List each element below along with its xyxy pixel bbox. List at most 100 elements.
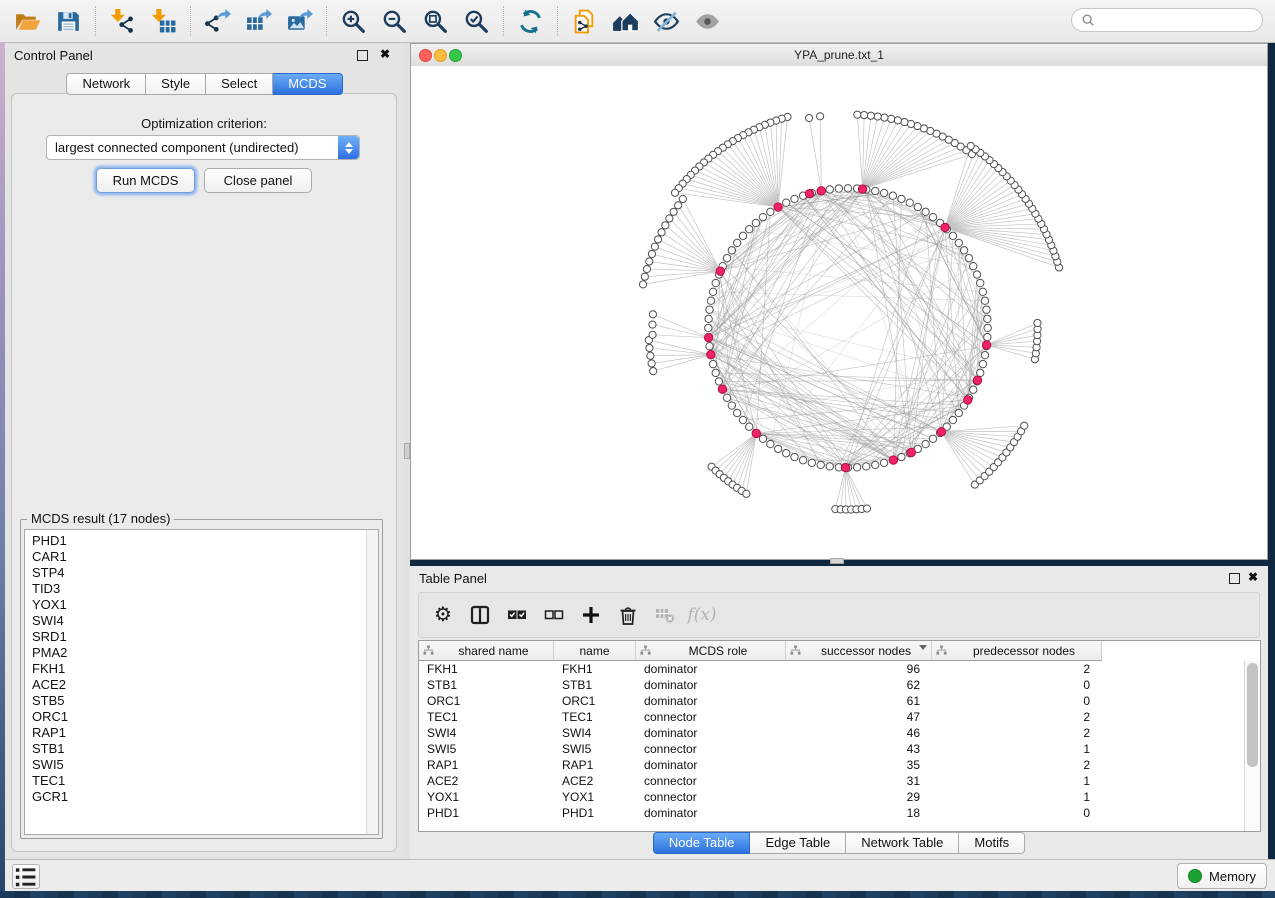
task-history-button[interactable] <box>12 864 40 889</box>
tab-edge-table[interactable]: Edge Table <box>750 832 846 854</box>
close-table-panel-icon[interactable]: ✖ <box>1248 570 1258 584</box>
column-header-shared-name[interactable]: shared name <box>419 641 554 661</box>
tab-style[interactable]: Style <box>146 73 206 95</box>
cell-name: PHD1 <box>554 805 636 821</box>
column-namespace-icon <box>423 645 434 656</box>
horizontal-splitter-handle[interactable] <box>830 558 844 564</box>
table-row[interactable]: TEC1TEC1connector472 <box>419 709 1245 725</box>
mcds-result-item[interactable]: ORC1 <box>32 709 366 725</box>
tab-node-table[interactable]: Node Table <box>653 832 751 854</box>
memory-button[interactable]: Memory <box>1177 863 1267 889</box>
cell-successor-nodes: 43 <box>786 741 932 757</box>
table-row[interactable]: ACE2ACE2connector311 <box>419 773 1245 789</box>
tab-network[interactable]: Network <box>66 73 146 95</box>
cell-predecessor-nodes: 2 <box>932 725 1102 741</box>
gear-icon[interactable]: ⚙ <box>430 602 456 628</box>
tab-motifs[interactable]: Motifs <box>959 832 1025 854</box>
mcds-result-item[interactable]: CAR1 <box>32 549 366 565</box>
toolbar-separator <box>95 6 96 36</box>
toolbar-zoom-in-button[interactable] <box>337 6 369 36</box>
table-row[interactable]: PHD1PHD1dominator180 <box>419 805 1245 821</box>
mcds-result-item[interactable]: PMA2 <box>32 645 366 661</box>
cell-predecessor-nodes: 2 <box>932 709 1102 725</box>
select-all-icon[interactable] <box>504 602 530 628</box>
mcds-result-item[interactable]: YOX1 <box>32 597 366 613</box>
mcds-result-item[interactable]: TID3 <box>32 581 366 597</box>
toolbar-export-table-button[interactable] <box>242 6 274 36</box>
close-panel-icon[interactable]: ✖ <box>380 47 390 61</box>
optimization-criterion-select[interactable]: largest connected component (undirected) <box>46 135 360 160</box>
toolbar-folder-open-button[interactable] <box>11 6 43 36</box>
cell-shared-name: PHD1 <box>419 805 554 821</box>
toolbar-zoom-out-button[interactable] <box>378 6 410 36</box>
table-row[interactable]: FKH1FKH1dominator962 <box>419 661 1245 677</box>
table-scrollbar[interactable] <box>1244 661 1260 831</box>
tab-select[interactable]: Select <box>206 73 273 95</box>
network-frame-titlebar[interactable]: YPA_prune.txt_1 <box>411 44 1267 67</box>
column-header-mcds-role[interactable]: MCDS role <box>636 641 786 661</box>
tab-network-table[interactable]: Network Table <box>846 832 959 854</box>
mcds-result-item[interactable]: STB5 <box>32 693 366 709</box>
table-scrollbar-thumb[interactable] <box>1247 663 1258 767</box>
plus-icon[interactable] <box>578 602 604 628</box>
mcds-result-item[interactable]: SWI5 <box>32 757 366 773</box>
cell-successor-nodes: 29 <box>786 789 932 805</box>
mcds-result-item[interactable]: PHD1 <box>32 533 366 549</box>
toolbar-duplicate-network-button[interactable] <box>568 6 600 36</box>
table-row[interactable]: ORC1ORC1dominator610 <box>419 693 1245 709</box>
column-namespace-icon <box>936 645 947 656</box>
cell-successor-nodes: 46 <box>786 725 932 741</box>
optimization-criterion-label: Optimization criterion: <box>12 116 396 131</box>
split-columns-icon[interactable] <box>467 602 493 628</box>
network-view-frame: YPA_prune.txt_1 <box>410 43 1268 560</box>
column-header-name[interactable]: name <box>554 641 636 661</box>
toolbar-import-network-button[interactable] <box>106 6 138 36</box>
mcds-result-item[interactable]: TEC1 <box>32 773 366 789</box>
toolbar-hide-eye-button[interactable] <box>650 6 682 36</box>
toolbar-export-network-button[interactable] <box>201 6 233 36</box>
float-table-panel-icon[interactable] <box>1229 573 1240 584</box>
mcds-list-scrollbar[interactable] <box>366 530 378 834</box>
cell-shared-name: SWI4 <box>419 725 554 741</box>
toolbar-zoom-selected-button[interactable] <box>460 6 492 36</box>
mcds-result-item[interactable]: STB1 <box>32 741 366 757</box>
mcds-result-item[interactable]: GCR1 <box>32 789 366 805</box>
float-panel-icon[interactable] <box>357 50 368 61</box>
mcds-result-item[interactable]: STP4 <box>32 565 366 581</box>
column-namespace-icon <box>790 645 801 656</box>
tab-mcds[interactable]: MCDS <box>273 73 342 95</box>
mcds-result-item[interactable]: RAP1 <box>32 725 366 741</box>
column-header-successor-nodes[interactable]: successor nodes <box>786 641 932 661</box>
search-input[interactable] <box>1099 12 1262 28</box>
table-panel-title: Table Panel <box>419 571 487 586</box>
toolbar-export-image-button[interactable] <box>283 6 315 36</box>
cell-mcds-role: connector <box>636 789 786 805</box>
mcds-result-item[interactable]: SRD1 <box>32 629 366 645</box>
floppy-save-icon <box>55 8 82 35</box>
search-box[interactable] <box>1071 8 1263 32</box>
trash-icon[interactable] <box>615 602 641 628</box>
mcds-result-item[interactable]: ACE2 <box>32 677 366 693</box>
toolbar-zoom-fit-button[interactable] <box>419 6 451 36</box>
network-canvas[interactable] <box>411 66 1267 559</box>
deselect-all-icon[interactable] <box>541 602 567 628</box>
mcds-result-item[interactable]: SWI4 <box>32 613 366 629</box>
column-header-predecessor-nodes[interactable]: predecessor nodes <box>932 641 1102 661</box>
houses-icon <box>612 8 639 35</box>
control-panel-title: Control Panel <box>14 48 93 63</box>
table-row[interactable]: STB1STB1dominator620 <box>419 677 1245 693</box>
toolbar-refresh-button[interactable] <box>514 6 546 36</box>
toolbar-houses-button[interactable] <box>609 6 641 36</box>
toolbar-import-table-button[interactable] <box>147 6 179 36</box>
table-row[interactable]: YOX1YOX1connector291 <box>419 789 1245 805</box>
cell-name: FKH1 <box>554 661 636 677</box>
run-mcds-button[interactable]: Run MCDS <box>96 168 195 193</box>
toolbar-show-eye-button[interactable] <box>691 6 723 36</box>
cell-mcds-role: connector <box>636 741 786 757</box>
mcds-result-item[interactable]: FKH1 <box>32 661 366 677</box>
table-row[interactable]: SWI5SWI5connector431 <box>419 741 1245 757</box>
close-panel-button[interactable]: Close panel <box>204 168 312 193</box>
toolbar-floppy-save-button[interactable] <box>52 6 84 36</box>
table-row[interactable]: RAP1RAP1dominator352 <box>419 757 1245 773</box>
table-row[interactable]: SWI4SWI4dominator462 <box>419 725 1245 741</box>
